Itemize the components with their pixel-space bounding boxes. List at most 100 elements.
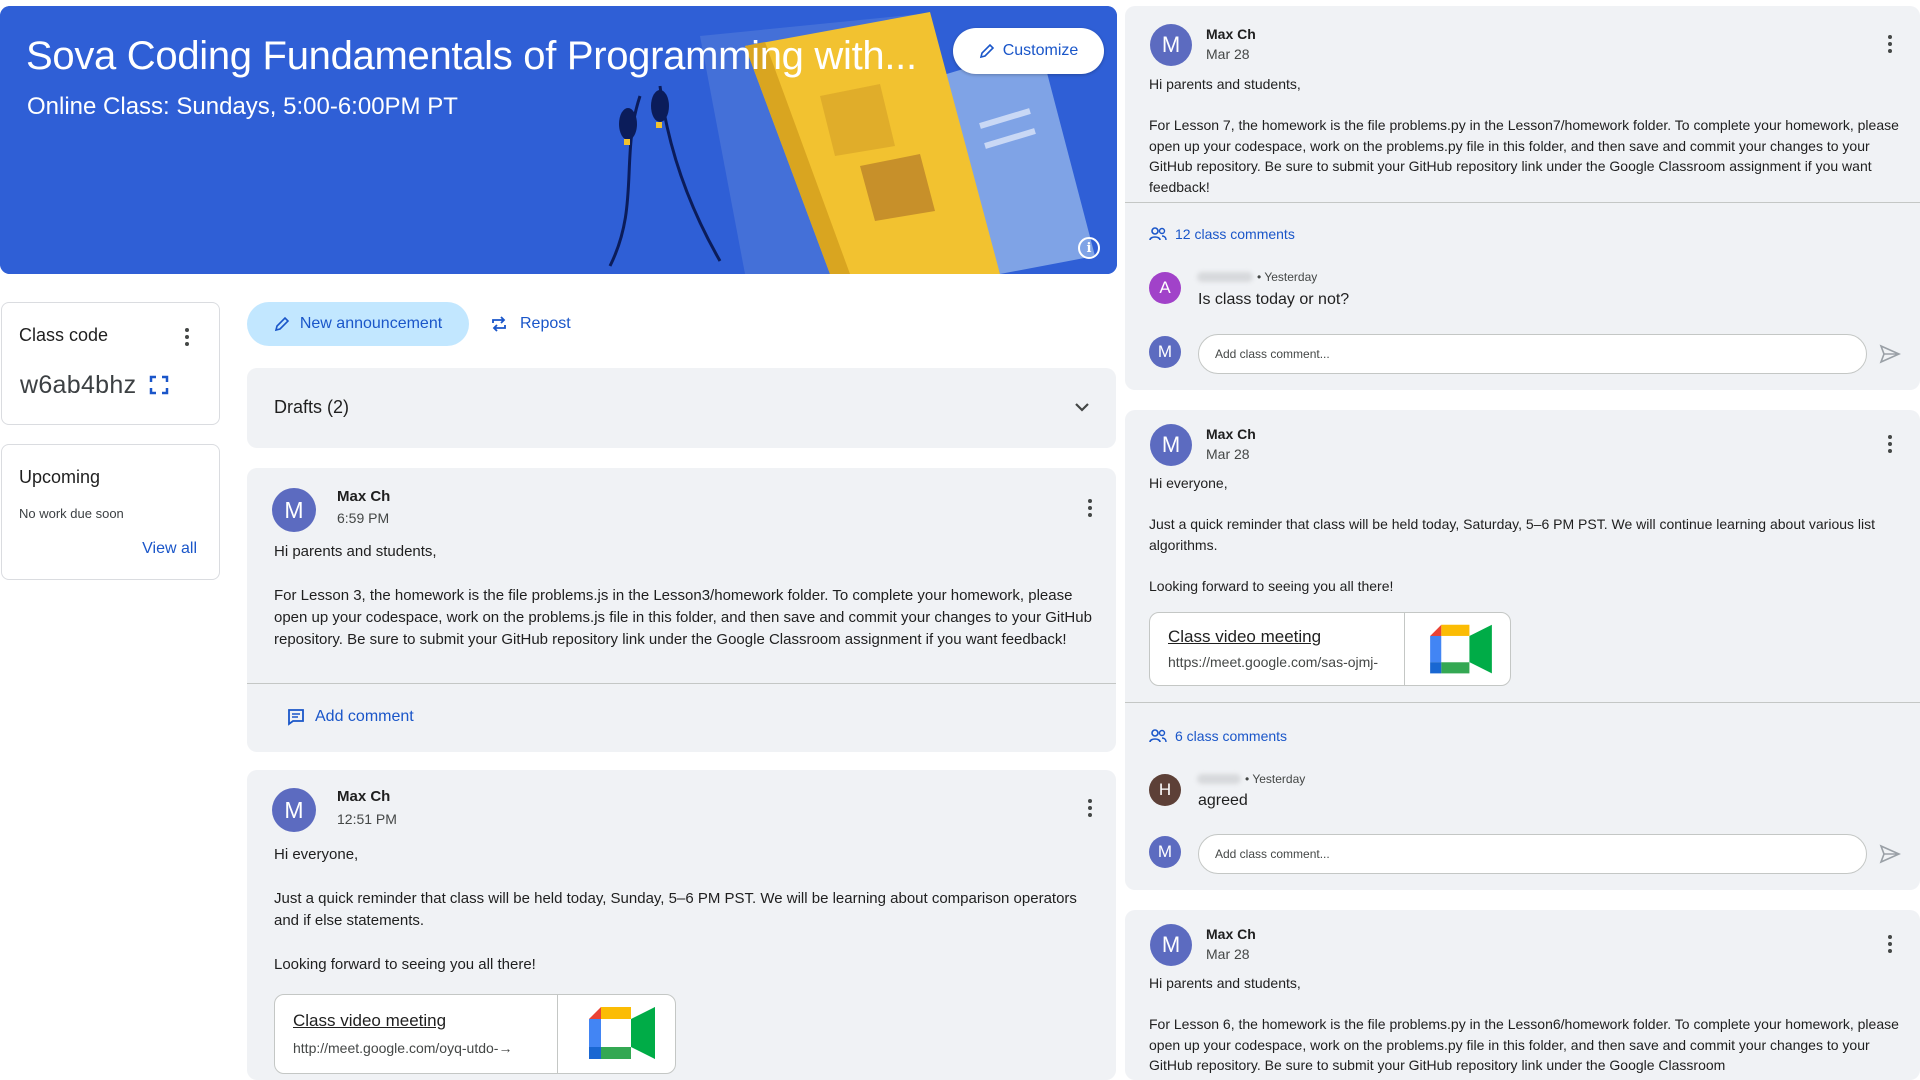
post-paragraph: For Lesson 7, the homework is the file p… (1149, 117, 1899, 195)
class-comments-link[interactable]: 12 class comments (1149, 226, 1295, 242)
divider (247, 683, 1116, 684)
comment-text: Is class today or not? (1198, 291, 1350, 308)
post-time: 6:59 PM (337, 510, 390, 526)
stream-post: M Max Ch Mar 28 Hi everyone, Just a quic… (1125, 410, 1920, 890)
comment-icon (288, 709, 304, 726)
redacted-name (1197, 272, 1253, 282)
comment-time: • Yesterday (1257, 270, 1318, 284)
more-options-icon[interactable] (177, 325, 197, 349)
more-options-icon[interactable] (1080, 496, 1100, 520)
post-author: Max Ch (337, 788, 391, 805)
post-time: Mar 28 (1206, 446, 1250, 462)
post-body: Hi parents and students, For Lesson 6, t… (1149, 973, 1899, 1076)
class-schedule: Online Class: Sundays, 5:00-6:00PM PT (27, 93, 458, 120)
class-comments-link[interactable]: 6 class comments (1149, 728, 1287, 744)
class-title: Sova Coding Fundamentals of Programming … (26, 34, 917, 78)
class-comments-label: 6 class comments (1175, 728, 1288, 744)
divider (1125, 702, 1920, 703)
avatar[interactable]: M (1150, 24, 1192, 66)
post-paragraph: Hi parents and students, (1149, 76, 1301, 92)
avatar[interactable]: H (1149, 774, 1181, 806)
post-time: Mar 28 (1206, 946, 1250, 962)
post-body: Hi everyone, Just a quick reminder that … (1149, 473, 1899, 596)
people-icon (1149, 227, 1167, 241)
meet-url: https://meet.google.com/sas-ojmj- (1168, 654, 1379, 670)
avatar[interactable]: A (1149, 272, 1181, 304)
post-paragraph: For Lesson 3, the homework is the file p… (274, 587, 1092, 648)
meet-attachment[interactable]: Class video meeting https://meet.google.… (1149, 612, 1511, 686)
avatar[interactable]: M (272, 488, 316, 532)
drafts-label: Drafts (2) (274, 397, 350, 417)
post-author: Max Ch (1206, 26, 1256, 42)
class-banner: Sova Coding Fundamentals of Programming … (0, 6, 1117, 274)
comment-meta: • Yesterday (1197, 270, 1317, 284)
meet-title[interactable]: Class video meeting (1168, 627, 1321, 647)
fullscreen-icon[interactable] (149, 375, 169, 395)
class-code-title: Class code (19, 325, 109, 345)
stream-post: M Max Ch 12:51 PM Hi everyone, Just a qu… (247, 770, 1116, 1080)
upcoming-card: Upcoming No work due soon View all (1, 444, 220, 580)
pencil-icon (274, 316, 289, 332)
stream-post: M Max Ch Mar 28 Hi parents and students,… (1125, 910, 1920, 1080)
post-paragraph: Hi parents and students, (1149, 975, 1301, 991)
send-icon[interactable] (1879, 343, 1901, 365)
post-paragraph: Just a quick reminder that class will be… (1149, 516, 1876, 553)
more-options-icon[interactable] (1880, 32, 1900, 56)
post-paragraph: For Lesson 6, the homework is the file p… (1149, 1016, 1899, 1073)
post-body: Hi parents and students, For Lesson 7, t… (1149, 74, 1899, 197)
google-meet-icon (1430, 624, 1492, 674)
post-author: Max Ch (1206, 926, 1256, 942)
add-comment-button[interactable]: Add comment (287, 708, 414, 726)
post-author: Max Ch (337, 488, 391, 505)
class-code-value: w6ab4bhz (20, 371, 137, 399)
post-paragraph: Looking forward to seeing you all there! (1149, 577, 1394, 594)
meet-url: http://meet.google.com/oyq-utdo-→ (293, 1040, 513, 1056)
info-icon[interactable]: i (1078, 237, 1100, 259)
repost-button[interactable]: Repost (490, 302, 571, 346)
meet-title[interactable]: Class video meeting (293, 1011, 446, 1031)
post-body: Hi everyone, Just a quick reminder that … (274, 844, 1094, 976)
more-options-icon[interactable] (1080, 796, 1100, 820)
add-comment-label: Add comment (315, 708, 414, 725)
post-paragraph: Hi everyone, (1149, 475, 1228, 491)
class-code-card: Class code w6ab4bhz (1, 302, 220, 425)
post-time: Mar 28 (1206, 46, 1250, 62)
post-time: 12:51 PM (337, 811, 397, 827)
chevron-down-icon[interactable] (1072, 397, 1092, 417)
post-paragraph: Hi parents and students, (274, 543, 437, 560)
new-announcement-label: New announcement (299, 315, 443, 332)
drafts-section[interactable]: Drafts (2) (247, 368, 1116, 448)
meet-attachment[interactable]: Class video meeting http://meet.google.c… (274, 994, 676, 1074)
comment-input[interactable]: Add class comment... (1198, 334, 1867, 374)
avatar[interactable]: M (1150, 424, 1192, 466)
pencil-icon (979, 43, 994, 59)
comment-meta: • Yesterday (1197, 772, 1305, 786)
new-announcement-button[interactable]: New announcement (247, 302, 469, 346)
upcoming-empty-text: No work due soon (19, 506, 124, 521)
post-author: Max Ch (1206, 426, 1256, 442)
comment-text: agreed (1198, 792, 1248, 809)
repost-label: Repost (520, 315, 571, 332)
divider (1125, 202, 1920, 203)
google-meet-icon (589, 1007, 655, 1059)
avatar: M (1149, 836, 1181, 868)
customize-button[interactable]: Customize (953, 28, 1104, 74)
avatar[interactable]: M (272, 788, 316, 832)
customize-label: Customize (1002, 42, 1079, 59)
stream-post: M Max Ch 6:59 PM Hi parents and students… (247, 468, 1116, 752)
stream-post: M Max Ch Mar 28 Hi parents and students,… (1125, 6, 1920, 390)
upcoming-title: Upcoming (19, 467, 101, 487)
post-paragraph: Looking forward to seeing you all there! (274, 956, 536, 973)
comment-time: • Yesterday (1245, 772, 1306, 786)
comment-input[interactable]: Add class comment... (1198, 834, 1867, 874)
send-icon[interactable] (1879, 843, 1901, 865)
post-body: Hi parents and students, For Lesson 3, t… (274, 541, 1094, 651)
more-options-icon[interactable] (1880, 932, 1900, 956)
post-paragraph: Hi everyone, (274, 846, 359, 863)
post-paragraph: Just a quick reminder that class will be… (274, 890, 1077, 929)
avatar[interactable]: M (1150, 924, 1192, 966)
redacted-name (1197, 774, 1241, 784)
avatar: M (1149, 336, 1181, 368)
view-all-link[interactable]: View all (142, 540, 197, 558)
more-options-icon[interactable] (1880, 432, 1900, 456)
